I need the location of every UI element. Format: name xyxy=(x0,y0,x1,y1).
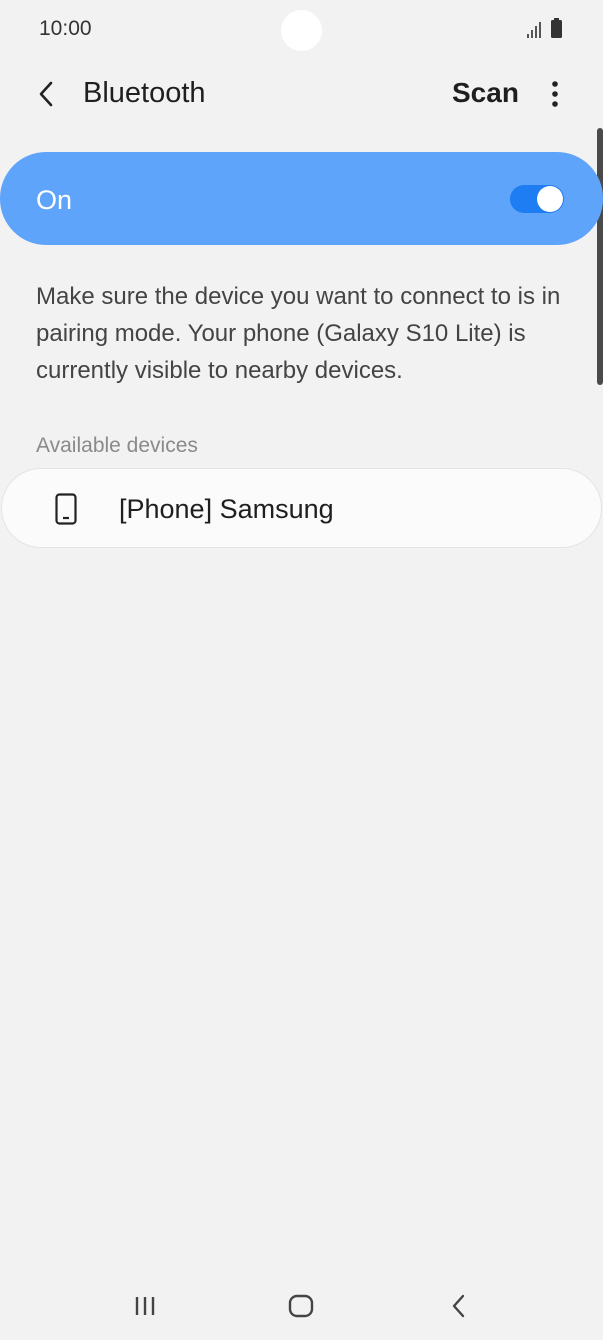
status-bar: 10:00 xyxy=(0,0,603,60)
app-bar: Bluetooth Scan xyxy=(0,60,603,130)
pairing-info-text: Make sure the device you want to connect… xyxy=(36,283,561,384)
more-vert-icon xyxy=(552,81,558,107)
phone-icon xyxy=(55,493,77,525)
navigation-bar xyxy=(0,1270,603,1340)
back-button[interactable] xyxy=(26,74,66,114)
scan-button[interactable]: Scan xyxy=(452,77,519,109)
available-devices-header: Available devices xyxy=(36,434,198,457)
more-options-button[interactable] xyxy=(538,74,572,114)
chevron-left-icon xyxy=(39,81,53,107)
camera-cutout xyxy=(281,10,322,51)
home-icon xyxy=(288,1294,314,1318)
bluetooth-switch[interactable] xyxy=(510,185,564,213)
device-item-phone-samsung[interactable]: [Phone] Samsung xyxy=(1,468,602,548)
device-name: [Phone] Samsung xyxy=(119,494,334,524)
back-icon xyxy=(452,1294,465,1318)
page-title: Bluetooth xyxy=(83,77,206,109)
switch-knob xyxy=(537,186,563,212)
home-button[interactable] xyxy=(281,1288,321,1324)
recents-icon xyxy=(135,1297,155,1315)
scrollbar[interactable] xyxy=(597,128,603,385)
recents-button[interactable] xyxy=(125,1288,165,1324)
toggle-label: On xyxy=(36,185,73,215)
signal-icon xyxy=(527,22,541,38)
status-icons xyxy=(527,18,562,38)
nav-back-button[interactable] xyxy=(439,1288,479,1324)
status-time: 10:00 xyxy=(39,17,92,40)
battery-icon xyxy=(551,18,562,38)
